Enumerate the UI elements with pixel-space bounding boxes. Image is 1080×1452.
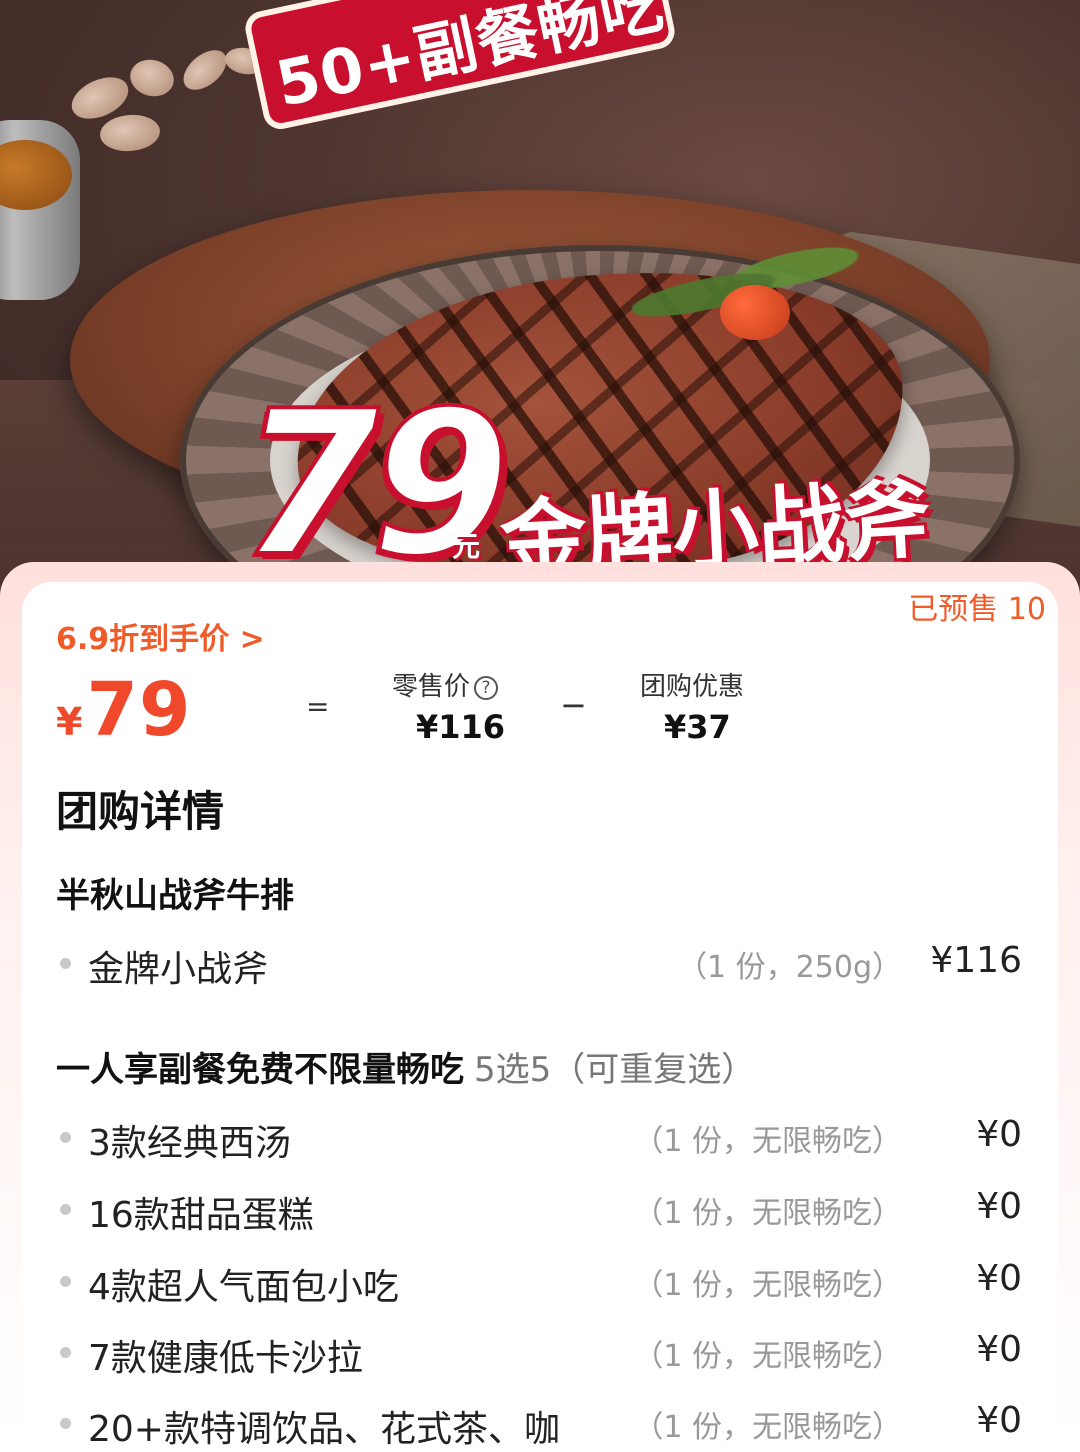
final-price-value: 79	[86, 667, 192, 753]
list-item: 20+款特调饮品、花式茶、咖 （1 份，无限畅吃） ¥0	[56, 1392, 1022, 1452]
equals-sign: =	[306, 690, 330, 723]
item-price: ¥0	[976, 1400, 1022, 1441]
item-name: 金牌小战斧	[88, 949, 269, 990]
section-title-text: 半秋山战斧牛排	[56, 876, 294, 916]
item-price: ¥0	[976, 1186, 1022, 1227]
item-qty: （1 份，无限畅吃）	[633, 1410, 902, 1445]
details-title: 团购详情	[56, 787, 225, 836]
list-item: 4款超人气面包小吃 （1 份，无限畅吃） ¥0	[56, 1250, 1022, 1310]
bullet-icon	[60, 958, 71, 969]
item-price: ¥0	[976, 1258, 1022, 1299]
item-qty: （1 份，无限畅吃）	[633, 1339, 902, 1374]
item-price: ¥0	[976, 1114, 1022, 1155]
tomato-garnish	[720, 285, 790, 340]
retail-price-label[interactable]: 零售价?	[392, 666, 499, 703]
item-price: ¥0	[976, 1329, 1022, 1370]
discount-price-link[interactable]: 6.9折到手价 >	[56, 614, 265, 658]
item-qty: （1 份，250g）	[677, 950, 902, 985]
question-circle-icon[interactable]: ?	[474, 675, 499, 700]
hero-price-unit: 元	[452, 530, 481, 563]
presale-count: 已预售 10	[908, 592, 1046, 627]
currency-symbol: ¥	[56, 700, 83, 744]
item-qty: （1 份，无限畅吃）	[633, 1196, 902, 1231]
garlic-petal	[126, 54, 178, 102]
item-name: 20+款特调饮品、花式茶、咖	[88, 1409, 560, 1450]
final-price: ¥79	[56, 667, 191, 753]
minus-sign: −	[560, 686, 587, 724]
item-qty: （1 份，无限畅吃）	[633, 1268, 902, 1303]
item-name: 7款健康低卡沙拉	[88, 1338, 363, 1379]
item-name: 3款经典西汤	[88, 1123, 291, 1164]
list-item: 7款健康低卡沙拉 （1 份，无限畅吃） ¥0	[56, 1321, 1022, 1381]
group-buy-details: 团购详情 半秋山战斧牛排 金牌小战斧 （1 份，250g） ¥116 一人享副餐…	[22, 748, 1058, 1450]
bullet-icon	[60, 1132, 71, 1143]
bullet-icon	[60, 1418, 71, 1429]
bullet-icon	[60, 1276, 71, 1287]
group-discount-value: ¥37	[664, 708, 731, 746]
section-note: 5选5（可重复选）	[474, 1050, 756, 1090]
item-qty: （1 份，无限畅吃）	[633, 1124, 902, 1159]
list-item: 金牌小战斧 （1 份，250g） ¥116	[56, 932, 1022, 992]
section-title-steak: 半秋山战斧牛排	[56, 868, 294, 917]
list-item: 16款甜品蛋糕 （1 份，无限畅吃） ¥0	[56, 1178, 1022, 1238]
retail-price-value: ¥116	[416, 708, 506, 746]
garlic-petal	[98, 112, 162, 154]
item-price: ¥116	[930, 940, 1022, 981]
garlic-petal	[176, 42, 234, 98]
list-item: 3款经典西汤 （1 份，无限畅吃） ¥0	[56, 1106, 1022, 1166]
bullet-icon	[60, 1347, 71, 1358]
section-title-sides: 一人享副餐免费不限量畅吃 5选5（可重复选）	[56, 1042, 755, 1091]
item-name: 4款超人气面包小吃	[88, 1267, 399, 1308]
bullet-icon	[60, 1204, 71, 1215]
item-name: 16款甜品蛋糕	[88, 1195, 314, 1236]
retail-price-label-text: 零售价	[392, 672, 471, 702]
hero-banner[interactable]: 50+副餐畅吃 79 元 金牌小战斧	[0, 0, 1080, 600]
group-discount-label: 团购优惠	[640, 672, 745, 702]
section-title-text: 一人享副餐免费不限量畅吃	[56, 1050, 464, 1090]
